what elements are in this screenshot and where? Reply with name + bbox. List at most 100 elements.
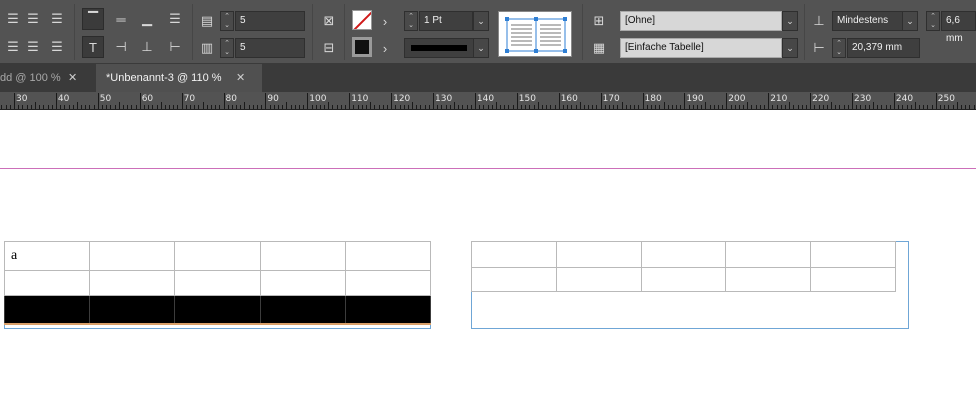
stroke-weight-input[interactable]: 1 Pt [419, 11, 473, 31]
table-cell[interactable] [259, 241, 346, 271]
ruler-tick [433, 93, 434, 109]
stroke-weight-dropdown-icon[interactable]: ⌄ [473, 11, 489, 31]
align-left-icon[interactable]: ☰ [2, 8, 24, 30]
align-justify-vertical-icon[interactable]: ☰ [164, 8, 186, 30]
table-style-select[interactable]: [Einfache Tabelle] [620, 38, 782, 58]
row-height-mode-dropdown-icon[interactable]: ⌄ [902, 11, 918, 31]
table-cell[interactable]: a [3, 241, 91, 271]
align-right-icon[interactable]: ☰ [46, 8, 68, 30]
align-bottom-icon[interactable]: ▁ [136, 8, 158, 30]
ruler-label: 200 [728, 94, 746, 104]
table-cell[interactable] [89, 241, 176, 271]
row-height-input[interactable]: 6,6 mm [941, 11, 976, 44]
tab-dd[interactable]: dd @ 100 % ✕ [0, 64, 84, 92]
justify-all-icon[interactable]: ☰ [46, 36, 68, 58]
table-cell-selected[interactable] [344, 295, 432, 325]
ruler-tick [361, 105, 363, 109]
stroke-type-dropdown-icon[interactable]: ⌄ [473, 38, 489, 58]
table-cell[interactable] [810, 267, 896, 292]
fill-chevron-icon[interactable]: › [374, 10, 396, 32]
table-cell[interactable] [471, 267, 557, 292]
table-cell[interactable] [640, 267, 727, 292]
table-cell[interactable] [555, 267, 642, 292]
table-cell[interactable] [555, 241, 642, 268]
table-cell[interactable] [344, 270, 432, 296]
stroke-chevron-icon[interactable]: › [374, 37, 396, 59]
table-row-selected [3, 295, 432, 325]
ruler-tick [139, 93, 141, 109]
columns-stepper[interactable]: ⌃ ⌄ [220, 38, 234, 58]
table-cell[interactable] [725, 241, 812, 268]
stroke-swatch[interactable] [352, 37, 372, 57]
ruler-tick [500, 105, 501, 109]
rows-stepper[interactable]: ⌃ ⌄ [220, 11, 234, 31]
ruler-label: 140 [476, 94, 495, 104]
ruler-tick [743, 105, 745, 109]
ruler-tick [370, 102, 372, 109]
stroke-type-select[interactable] [404, 38, 474, 58]
row-height-icon: ⊥ [813, 13, 825, 28]
ruler-tick [449, 105, 451, 109]
table-cell[interactable] [640, 241, 727, 268]
table-cell-selected[interactable] [89, 295, 176, 325]
fill-none-swatch[interactable] [352, 10, 372, 30]
ruler-tick [273, 105, 275, 109]
table-cell[interactable] [725, 267, 812, 292]
table-cell[interactable] [89, 270, 176, 296]
justify-left-icon[interactable]: ☰ [2, 36, 24, 58]
stroke-weight-stepper[interactable]: ⌃ ⌄ [404, 11, 418, 31]
table-cell[interactable] [3, 270, 91, 296]
ruler-tick [215, 105, 217, 109]
split-cells-icon[interactable]: ⊟ [318, 37, 340, 59]
ruler-tick [730, 105, 732, 109]
table-cell[interactable] [259, 270, 346, 296]
ruler-tick [483, 105, 485, 109]
ruler-tick [642, 93, 644, 109]
cell-style-select[interactable]: [Ohne] [620, 11, 782, 31]
toolbar-separator [74, 4, 75, 60]
justify-center-icon[interactable]: ☰ [22, 36, 44, 58]
close-icon[interactable]: ✕ [68, 64, 77, 92]
cell-stroke-proxy[interactable] [498, 11, 572, 57]
ruler-tick [600, 93, 602, 109]
text-rotate-180-icon[interactable]: ⊥ [136, 36, 158, 58]
table-cell-selected[interactable] [174, 295, 261, 325]
ruler-tick [307, 93, 309, 109]
table-style-dropdown-icon[interactable]: ⌄ [782, 38, 798, 58]
ruler-tick [395, 105, 397, 109]
align-center-icon[interactable]: ☰ [22, 8, 44, 30]
align-top-icon[interactable]: ▔ [82, 8, 104, 30]
ruler-tick [554, 105, 556, 109]
document-canvas[interactable]: a [0, 111, 976, 402]
ruler-tick [64, 105, 66, 109]
cell-style-dropdown-icon[interactable]: ⌄ [782, 11, 798, 31]
column-width-input[interactable]: 20,379 mm [847, 38, 920, 58]
columns-input[interactable]: 5 [235, 38, 305, 58]
text-rotate-270-icon[interactable]: ⊢ [164, 36, 186, 58]
ruler-tick [835, 105, 837, 109]
rows-input[interactable]: 5 [235, 11, 305, 31]
toolbar-separator [582, 4, 583, 60]
close-icon[interactable]: ✕ [236, 64, 245, 92]
table-cell[interactable] [471, 241, 557, 268]
table-cell[interactable] [174, 241, 261, 271]
table-cell-selected[interactable] [3, 295, 91, 325]
column-width-stepper[interactable]: ⌃ ⌄ [832, 38, 846, 58]
table-cell[interactable] [810, 241, 896, 268]
merge-cells-icon[interactable]: ⊠ [318, 10, 340, 32]
horizontal-ruler[interactable]: 30 40 50 60 70 80 90 100 110 120 130 140 150 160 170 18… [0, 92, 976, 110]
tab-unbenannt-3[interactable]: *Unbenannt-3 @ 110 % ✕ [96, 64, 262, 92]
align-vcenter-icon[interactable]: ═ [110, 8, 132, 30]
ruler-tick [508, 105, 510, 109]
ruler-tick [51, 105, 53, 109]
ruler-tick [902, 105, 904, 109]
row-height-stepper[interactable]: ⌃ ⌄ [926, 11, 940, 31]
text-rotate-0-icon[interactable]: T [82, 36, 104, 58]
table[interactable] [471, 241, 896, 292]
row-height-mode-select[interactable]: Mindestens [832, 11, 904, 31]
table-cell-selected[interactable] [259, 295, 346, 325]
text-rotate-90-icon[interactable]: ⊣ [110, 36, 132, 58]
table-cell[interactable] [174, 270, 261, 296]
table-cell[interactable] [344, 241, 432, 271]
table[interactable]: a [3, 241, 432, 325]
